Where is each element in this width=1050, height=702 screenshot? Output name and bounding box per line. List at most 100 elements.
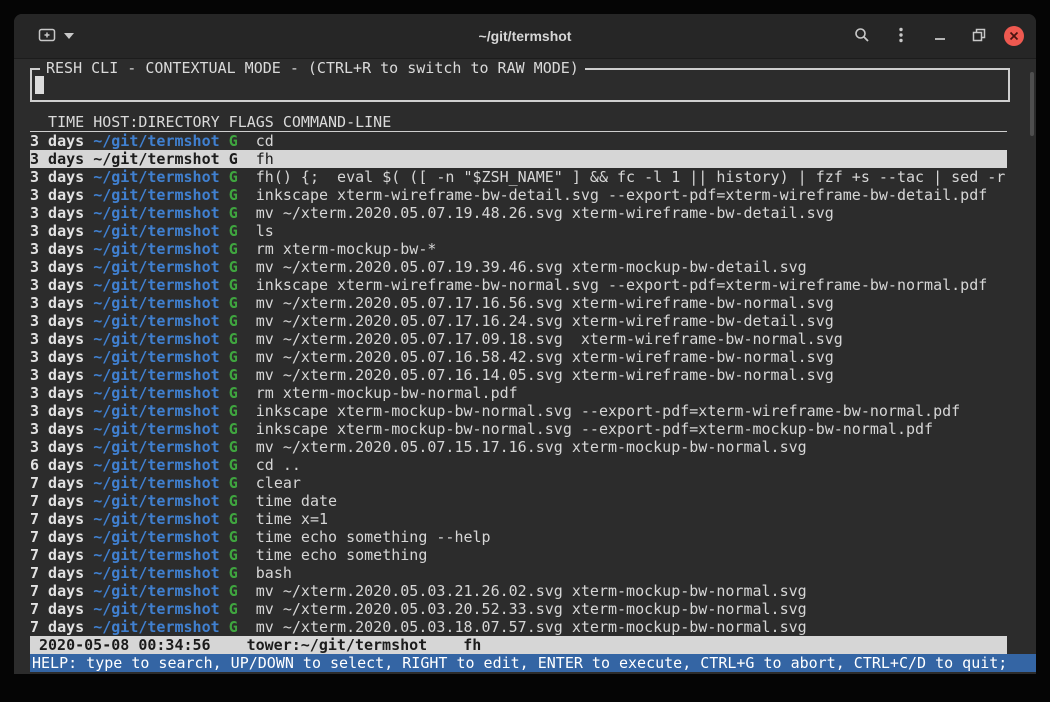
row-flags: G — [229, 312, 238, 330]
row-command: mv ~/xterm.2020.05.07.16.58.42.svg xterm… — [256, 348, 834, 366]
row-flags: G — [229, 276, 238, 294]
history-row[interactable]: 3 days ~/git/termshot G mv ~/xterm.2020.… — [30, 348, 1007, 366]
row-directory: ~/git/termshot — [93, 528, 219, 546]
search-button[interactable] — [848, 22, 876, 50]
row-command: time date — [256, 492, 337, 510]
history-row[interactable]: 7 days ~/git/termshot G time x=1 — [30, 510, 1007, 528]
row-directory: ~/git/termshot — [93, 600, 219, 618]
history-row[interactable]: 7 days ~/git/termshot G mv ~/xterm.2020.… — [30, 600, 1007, 618]
row-time: 7 days — [30, 564, 84, 582]
row-directory: ~/git/termshot — [93, 186, 219, 204]
row-command: mv ~/xterm.2020.05.07.19.48.26.svg xterm… — [256, 204, 834, 222]
history-row[interactable]: 3 days ~/git/termshot G mv ~/xterm.2020.… — [30, 330, 1007, 348]
history-row[interactable]: 3 days ~/git/termshot G inkscape xterm-w… — [30, 276, 1007, 294]
help-bar: HELP: type to search, UP/DOWN to select,… — [30, 654, 1036, 672]
row-flags: G — [229, 474, 238, 492]
restore-button[interactable] — [965, 22, 993, 50]
row-command: inkscape xterm-wireframe-bw-detail.svg -… — [256, 186, 988, 204]
row-flags: G — [229, 492, 238, 510]
history-row[interactable]: 3 days ~/git/termshot G mv ~/xterm.2020.… — [30, 438, 1007, 456]
search-icon — [854, 27, 870, 46]
row-flags: G — [229, 510, 238, 528]
row-flags: G — [229, 150, 238, 168]
history-row[interactable]: 7 days ~/git/termshot G mv ~/xterm.2020.… — [30, 618, 1007, 636]
history-row[interactable]: 7 days ~/git/termshot G clear — [30, 474, 1007, 492]
titlebar-left — [36, 22, 76, 50]
row-directory: ~/git/termshot — [93, 420, 219, 438]
history-rows: 3 days ~/git/termshot G cd3 days ~/git/t… — [30, 132, 1007, 636]
row-flags: G — [229, 132, 238, 150]
row-command: mv ~/xterm.2020.05.07.19.39.46.svg xterm… — [256, 258, 807, 276]
history-row[interactable]: 7 days ~/git/termshot G mv ~/xterm.2020.… — [30, 582, 1007, 600]
history-row[interactable]: 3 days ~/git/termshot G ls — [30, 222, 1007, 240]
close-button[interactable] — [1004, 26, 1024, 46]
restore-icon — [972, 28, 986, 45]
row-directory: ~/git/termshot — [93, 276, 219, 294]
row-command: fh — [256, 150, 274, 168]
history-row[interactable]: 3 days ~/git/termshot G inkscape xterm-w… — [30, 186, 1007, 204]
new-tab-button[interactable] — [36, 22, 76, 50]
columns-header: TIME HOST:DIRECTORY FLAGS COMMAND-LINE — [30, 113, 1007, 132]
row-flags: G — [229, 204, 238, 222]
history-row[interactable]: 6 days ~/git/termshot G cd .. — [30, 456, 1007, 474]
history-row[interactable]: 3 days ~/git/termshot G inkscape xterm-m… — [30, 402, 1007, 420]
row-command: inkscape xterm-wireframe-bw-normal.svg -… — [256, 276, 988, 294]
row-directory: ~/git/termshot — [93, 546, 219, 564]
history-row[interactable]: 3 days ~/git/termshot G fh() {; eval $( … — [30, 168, 1007, 186]
row-directory: ~/git/termshot — [93, 492, 219, 510]
row-flags: G — [229, 186, 238, 204]
row-directory: ~/git/termshot — [93, 258, 219, 276]
row-command: inkscape xterm-mockup-bw-normal.svg --ex… — [256, 420, 933, 438]
row-directory: ~/git/termshot — [93, 618, 219, 636]
menu-button[interactable] — [887, 22, 915, 50]
history-row[interactable]: 3 days ~/git/termshot G cd — [30, 132, 1007, 150]
row-time: 7 days — [30, 546, 84, 564]
row-flags: G — [229, 168, 238, 186]
minimize-button[interactable] — [926, 22, 954, 50]
row-directory: ~/git/termshot — [93, 150, 219, 168]
row-command: cd .. — [256, 456, 301, 474]
history-row[interactable]: 3 days ~/git/termshot G rm xterm-mockup-… — [30, 240, 1007, 258]
row-time: 7 days — [30, 582, 84, 600]
history-row[interactable]: 3 days ~/git/termshot G mv ~/xterm.2020.… — [30, 294, 1007, 312]
row-command: mv ~/xterm.2020.05.07.17.16.24.svg xterm… — [256, 312, 834, 330]
history-row[interactable]: 7 days ~/git/termshot G bash — [30, 564, 1007, 582]
row-time: 3 days — [30, 402, 84, 420]
row-flags: G — [229, 420, 238, 438]
terminal-content[interactable]: RESH CLI - CONTEXTUAL MODE - (CTRL+R to … — [14, 68, 1036, 674]
row-directory: ~/git/termshot — [93, 348, 219, 366]
screen: ~/git/termshot — [0, 0, 1050, 702]
history-row[interactable]: 3 days ~/git/termshot G mv ~/xterm.2020.… — [30, 258, 1007, 276]
history-row[interactable]: 3 days ~/git/termshot G mv ~/xterm.2020.… — [30, 366, 1007, 384]
row-flags: G — [229, 618, 238, 636]
history-row[interactable]: 3 days ~/git/termshot G mv ~/xterm.2020.… — [30, 312, 1007, 330]
search-input-box[interactable]: RESH CLI - CONTEXTUAL MODE - (CTRL+R to … — [30, 68, 1010, 102]
kebab-menu-icon — [899, 27, 903, 46]
status-host-dir: tower:~/git/termshot — [247, 636, 428, 654]
row-directory: ~/git/termshot — [93, 222, 219, 240]
history-row[interactable]: 3 days ~/git/termshot G rm xterm-mockup-… — [30, 384, 1007, 402]
row-command: clear — [256, 474, 301, 492]
row-time: 3 days — [30, 294, 84, 312]
history-row[interactable]: 7 days ~/git/termshot G time echo someth… — [30, 528, 1007, 546]
row-command: mv ~/xterm.2020.05.07.17.09.18.svg xterm… — [256, 330, 843, 348]
row-flags: G — [229, 402, 238, 420]
row-flags: G — [229, 546, 238, 564]
history-row[interactable]: 3 days ~/git/termshot G inkscape xterm-m… — [30, 420, 1007, 438]
scrollbar[interactable] — [1030, 72, 1034, 136]
row-time: 3 days — [30, 276, 84, 294]
mode-title: RESH CLI - CONTEXTUAL MODE - (CTRL+R to … — [40, 59, 585, 77]
history-row[interactable]: 3 days ~/git/termshot G mv ~/xterm.2020.… — [30, 204, 1007, 222]
history-row[interactable]: 7 days ~/git/termshot G time echo someth… — [30, 546, 1007, 564]
status-command: fh — [463, 636, 481, 654]
row-command: cd — [256, 132, 274, 150]
titlebar-right — [848, 14, 1024, 58]
row-time: 6 days — [30, 456, 84, 474]
row-command: inkscape xterm-mockup-bw-normal.svg --ex… — [256, 402, 960, 420]
row-directory: ~/git/termshot — [93, 384, 219, 402]
titlebar[interactable]: ~/git/termshot — [14, 14, 1036, 59]
row-time: 3 days — [30, 384, 84, 402]
history-row[interactable]: 7 days ~/git/termshot G time date — [30, 492, 1007, 510]
history-row-selected[interactable]: 3 days ~/git/termshot G fh — [30, 150, 1007, 168]
row-flags: G — [229, 240, 238, 258]
